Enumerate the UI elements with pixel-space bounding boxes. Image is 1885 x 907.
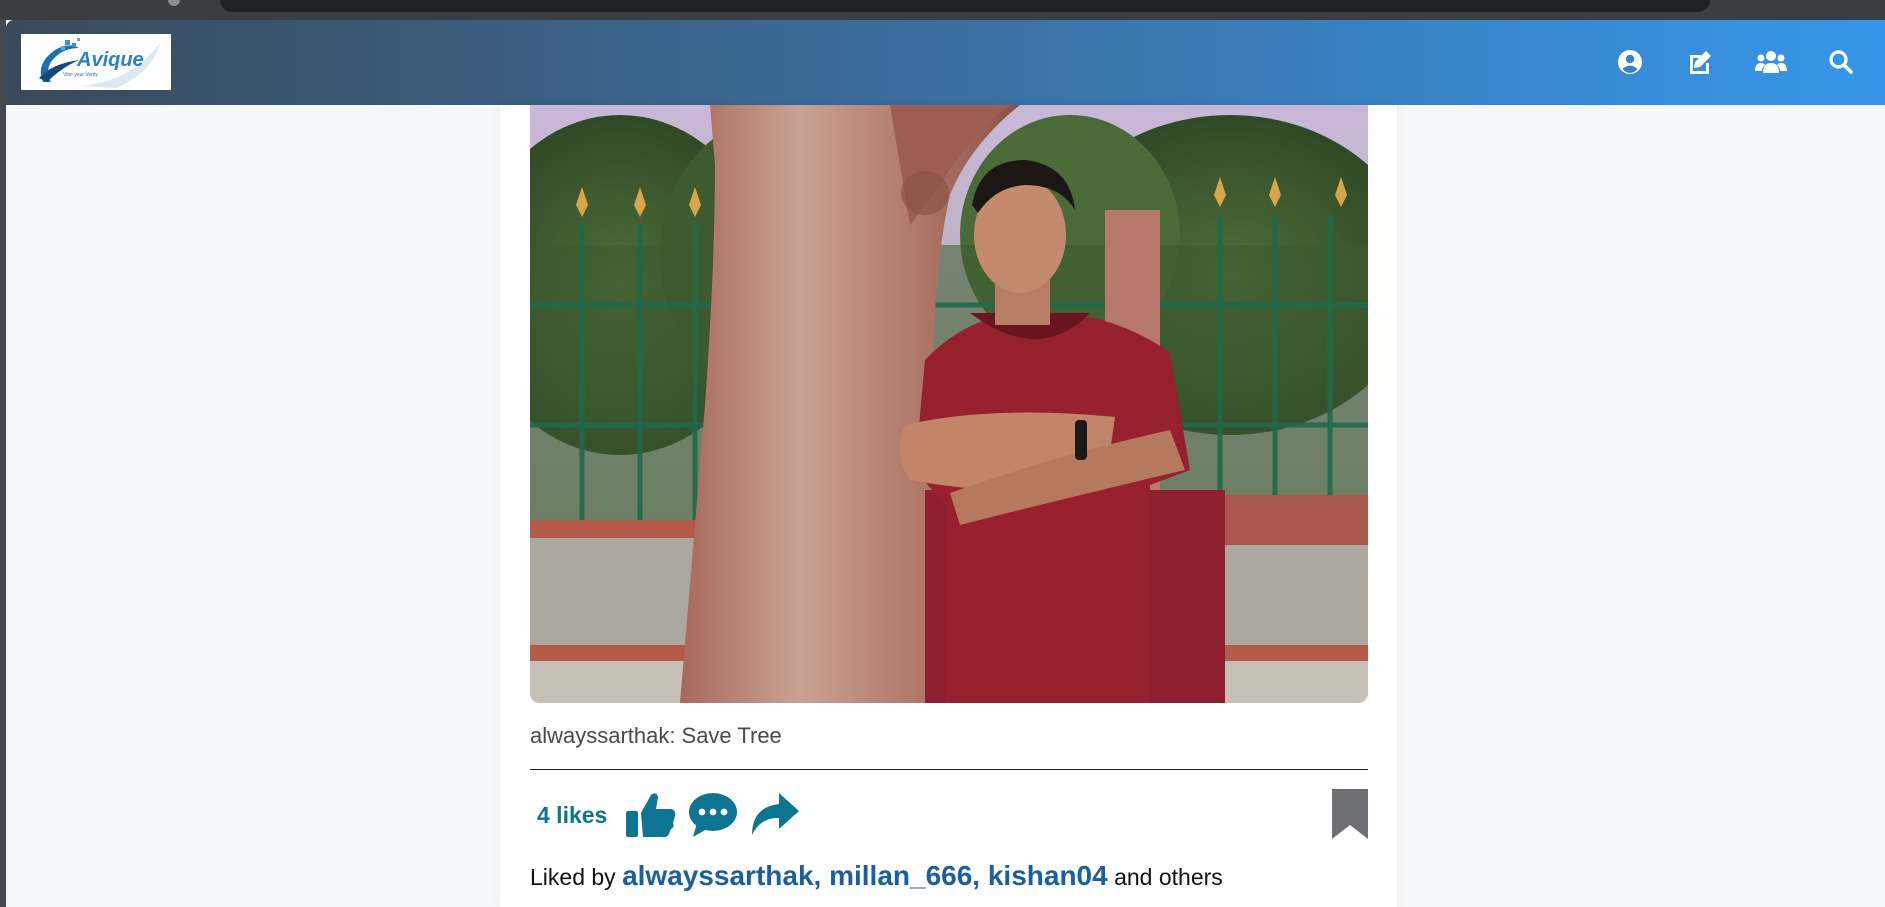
browser-url-bar[interactable] (220, 0, 1710, 12)
site-logo[interactable]: Avique Vibe your Verity (21, 34, 171, 90)
logo-text: Avique (77, 49, 144, 71)
post-caption: alwayssarthak: Save Tree (530, 723, 782, 749)
post-card: alwayssarthak: Save Tree 4 likes Liked b… (500, 105, 1397, 907)
likes-count[interactable]: 4 likes (537, 802, 607, 829)
thumbs-up-icon[interactable] (625, 791, 677, 844)
photo-illustration (530, 105, 1368, 703)
logo-tagline: Vibe your Verity (63, 72, 98, 78)
liked-by-suffix: and others (1114, 864, 1223, 890)
bookmark-icon[interactable] (1331, 789, 1369, 844)
liked-by-line: Liked by alwayssarthak, millan_666, kish… (530, 860, 1223, 892)
liked-by-names[interactable]: alwayssarthak, millan_666, kishan04 (622, 860, 1108, 891)
caption-username[interactable]: alwayssarthak: (530, 723, 676, 748)
browser-dot (168, 0, 180, 6)
post-actions: 4 likes (530, 785, 1368, 845)
share-icon[interactable] (749, 791, 801, 844)
top-navbar: Avique Vibe your Verity (6, 20, 1885, 105)
post-photo[interactable] (530, 105, 1368, 703)
window-frame (0, 20, 6, 907)
comment-icon[interactable] (687, 791, 739, 844)
browser-chrome (0, 0, 1885, 20)
search-icon[interactable] (1825, 46, 1857, 78)
caption-text: Save Tree (681, 723, 782, 748)
caption-divider (530, 769, 1368, 770)
edit-icon[interactable] (1684, 46, 1716, 78)
profile-icon[interactable] (1614, 46, 1646, 78)
liked-by-prefix: Liked by (530, 864, 616, 890)
users-icon[interactable] (1755, 46, 1787, 78)
